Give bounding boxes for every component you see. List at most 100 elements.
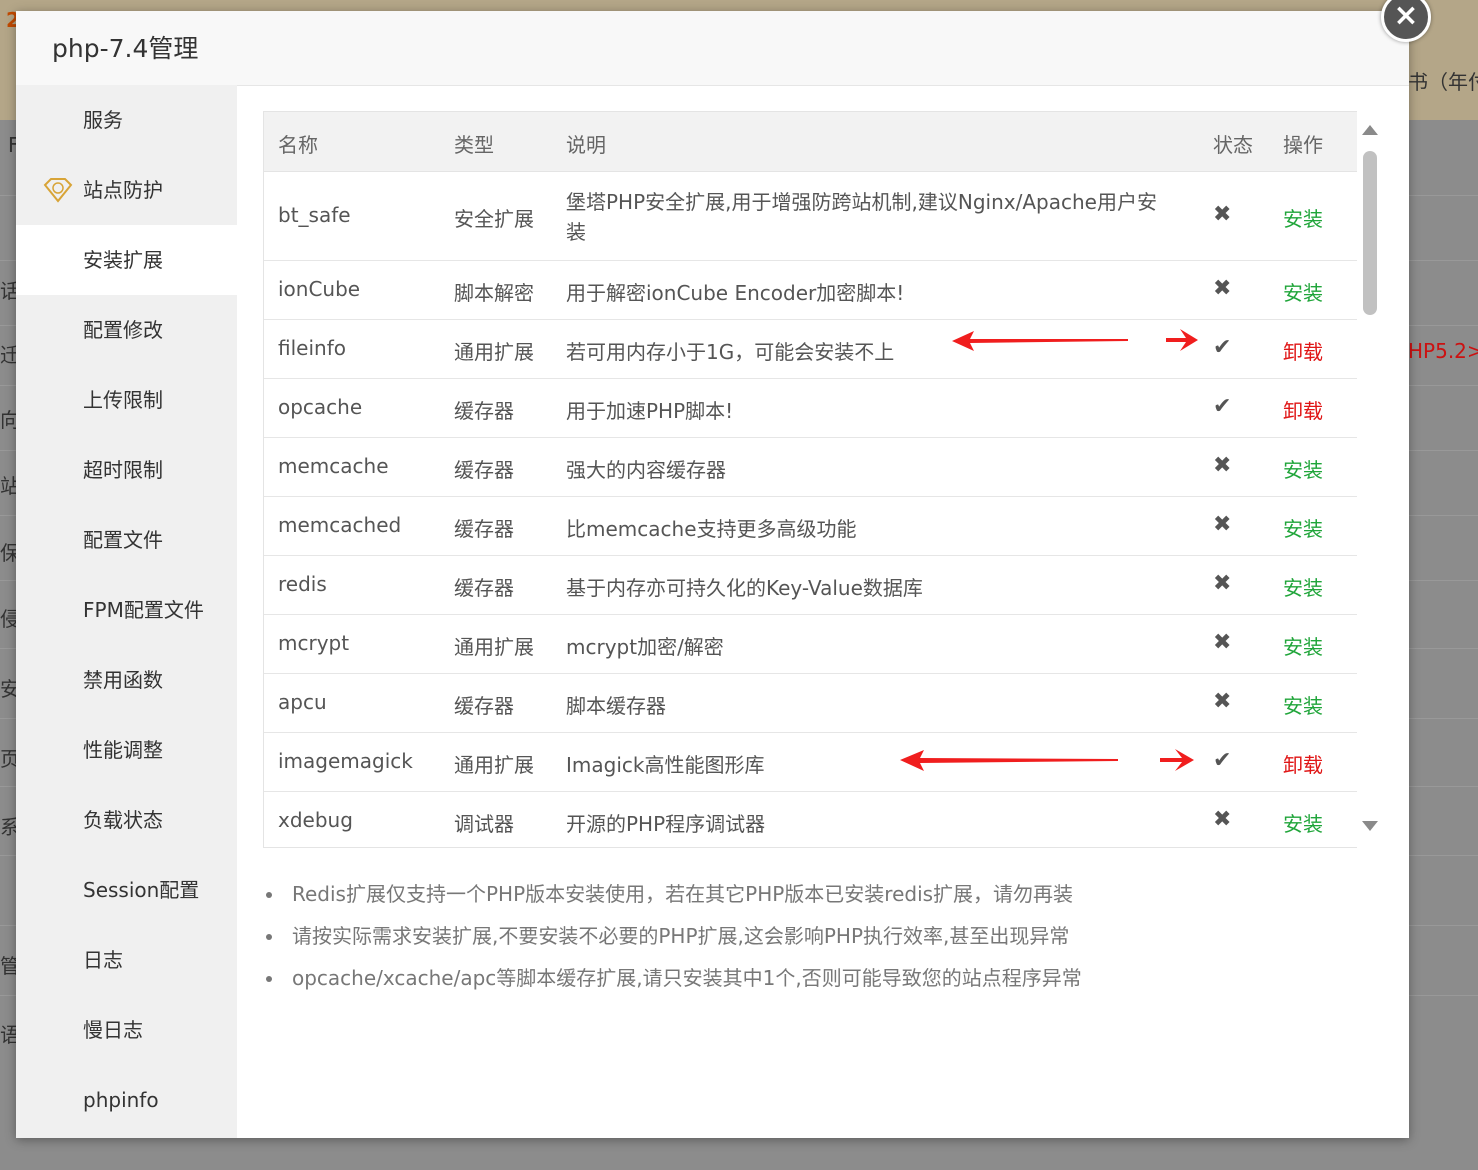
bullet-icon — [266, 934, 272, 940]
sidebar-item-label: 超时限制 — [83, 458, 163, 482]
extension-name: fileinfo — [278, 336, 346, 360]
background-text-fragment: 书（年付 — [1408, 70, 1478, 94]
extension-description: 强大的内容缓存器 — [566, 458, 726, 482]
table-row: opcache 缓存器 用于加速PHP脚本! ✔ 卸载 — [264, 379, 1357, 438]
table-scrollbar[interactable] — [1358, 111, 1383, 847]
sidebar-item-label: 安装扩展 — [83, 248, 163, 272]
sidebar-item[interactable]: 慢日志 — [16, 995, 237, 1065]
header-status: 状态 — [1213, 133, 1253, 157]
extension-type: 通用扩展 — [454, 753, 534, 777]
cross-icon: ✖ — [1213, 630, 1232, 655]
note-item: Redis扩展仅支持一个PHP版本安装使用，若在其它PHP版本已安装redis扩… — [262, 879, 1082, 921]
extension-description-continued: 装 — [566, 220, 586, 244]
checkmark-icon: ✔ — [1213, 394, 1232, 419]
note-text: 请按实际需求安装扩展,不要安装不必要的PHP扩展,这会影响PHP执行效率,甚至出… — [292, 924, 1070, 948]
sidebar-item-label: 禁用函数 — [83, 668, 163, 692]
sidebar-item-label: 负载状态 — [83, 808, 163, 832]
sidebar-item-label: 配置文件 — [83, 528, 163, 552]
extension-name: mcrypt — [278, 631, 350, 655]
uninstall-button[interactable]: 卸载 — [1283, 336, 1323, 365]
sidebar-item[interactable]: 日志 — [16, 925, 237, 995]
cross-icon: ✖ — [1213, 453, 1232, 478]
extension-description: 比memcache支持更多高级功能 — [566, 517, 857, 541]
table-row: apcu 缓存器 脚本缓存器 ✖ 安装 — [264, 674, 1357, 733]
scroll-thumb[interactable] — [1363, 151, 1377, 315]
dialog-header: php-7.4管理 — [16, 11, 1409, 86]
extension-name: ionCube — [278, 277, 361, 301]
install-button[interactable]: 安装 — [1283, 513, 1323, 542]
sidebar-item-label: 服务 — [83, 108, 123, 132]
extension-type: 缓存器 — [454, 458, 514, 482]
table-row: memcache 缓存器 强大的内容缓存器 ✖ 安装 — [264, 438, 1357, 497]
extension-description: Imagick高性能图形库 — [566, 753, 765, 777]
annotation-arrow-left-fileinfo — [952, 331, 1128, 351]
sidebar-item[interactable]: 站点防护 — [16, 155, 237, 225]
sidebar-item[interactable]: 超时限制 — [16, 435, 237, 505]
background-text-fragment: HP5.2> — [1408, 339, 1478, 363]
note-text: Redis扩展仅支持一个PHP版本安装使用，若在其它PHP版本已安装redis扩… — [292, 882, 1074, 906]
extension-name: xdebug — [278, 808, 353, 832]
sidebar-item[interactable]: 禁用函数 — [16, 645, 237, 715]
cross-icon: ✖ — [1213, 512, 1232, 537]
extension-type: 脚本解密 — [454, 281, 534, 305]
extension-type: 缓存器 — [454, 694, 514, 718]
table-row: mcrypt 通用扩展 mcrypt加密/解密 ✖ 安装 — [264, 615, 1357, 674]
php-manager-dialog: php-7.4管理 服务站点防护安装扩展配置修改上传限制超时限制配置文件 FPM配… — [16, 11, 1409, 1138]
table-row: memcached 缓存器 比memcache支持更多高级功能 ✖ 安装 — [264, 497, 1357, 556]
sidebar-item[interactable]: 上传限制 — [16, 365, 237, 435]
extension-description: 用于解密ionCube Encoder加密脚本! — [566, 281, 905, 305]
extension-description: 开源的PHP程序调试器 — [566, 812, 766, 836]
sidebar-item[interactable]: 安装扩展 — [16, 225, 237, 295]
cross-icon: ✖ — [1213, 689, 1232, 714]
sidebar-item[interactable]: Session配置 — [16, 855, 237, 925]
extension-name: memcached — [278, 513, 402, 537]
sidebar-item[interactable]: 性能调整 — [16, 715, 237, 785]
extension-description: mcrypt加密/解密 — [566, 635, 724, 659]
sidebar-item[interactable]: 负载状态 — [16, 785, 237, 855]
install-button[interactable]: 安装 — [1283, 690, 1323, 719]
header-desc: 说明 — [566, 133, 606, 157]
bullet-icon — [266, 892, 272, 898]
scroll-down-arrow-icon[interactable] — [1362, 821, 1378, 831]
annotation-arrow-right-imagemagick — [1160, 749, 1194, 771]
bullet-icon — [266, 976, 272, 982]
sidebar-item-label: 配置修改 — [83, 318, 163, 342]
install-button[interactable]: 安装 — [1283, 454, 1323, 483]
sidebar-item[interactable]: 配置文件 — [16, 505, 237, 575]
install-button[interactable]: 安装 — [1283, 808, 1323, 837]
install-button[interactable]: 安装 — [1283, 631, 1323, 660]
sidebar-item[interactable]: FPM配置文件 — [16, 575, 237, 645]
extension-name: opcache — [278, 395, 363, 419]
extension-type: 缓存器 — [454, 399, 514, 423]
table-row: xdebug 调试器 开源的PHP程序调试器 ✖ 安装 — [264, 792, 1357, 847]
cross-icon: ✖ — [1213, 807, 1232, 832]
extension-name: redis — [278, 572, 327, 596]
scroll-up-arrow-icon[interactable] — [1362, 125, 1378, 135]
extension-description: 脚本缓存器 — [566, 694, 666, 718]
install-button[interactable]: 安装 — [1283, 277, 1323, 306]
sidebar-item[interactable]: phpinfo — [16, 1065, 237, 1135]
table-row: redis 缓存器 基于内存亦可持久化的Key-Value数据库 ✖ 安装 — [264, 556, 1357, 615]
uninstall-button[interactable]: 卸载 — [1283, 749, 1323, 778]
extension-description: 用于加速PHP脚本! — [566, 399, 734, 423]
shield-diamond-icon — [43, 178, 73, 203]
sidebar-item-label: 上传限制 — [83, 388, 163, 412]
note-text: opcache/xcache/apc等脚本缓存扩展,请只安装其中1个,否则可能导… — [292, 966, 1082, 990]
checkmark-icon: ✔ — [1213, 748, 1232, 773]
sidebar-item[interactable]: 服务 — [16, 85, 237, 155]
extension-type: 调试器 — [454, 812, 514, 836]
notes-list: Redis扩展仅支持一个PHP版本安装使用，若在其它PHP版本已安装redis扩… — [262, 879, 1082, 1005]
extension-name: bt_safe — [278, 203, 351, 227]
extension-type: 通用扩展 — [454, 340, 534, 364]
extension-type: 安全扩展 — [454, 207, 534, 231]
header-name: 名称 — [278, 133, 318, 157]
install-button[interactable]: 安装 — [1283, 203, 1323, 232]
sidebar-item-label: Session配置 — [83, 878, 200, 902]
table-row: bt_safe 安全扩展 堡塔PHP安全扩展,用于增强防跨站机制,建议Nginx/A… — [264, 172, 1357, 261]
sidebar: 服务站点防护安装扩展配置修改上传限制超时限制配置文件 FPM配置文件禁用函数性能调… — [16, 85, 237, 1138]
uninstall-button[interactable]: 卸载 — [1283, 395, 1323, 424]
sidebar-item-label: 慢日志 — [83, 1018, 143, 1042]
cross-icon: ✖ — [1213, 202, 1232, 227]
install-button[interactable]: 安装 — [1283, 572, 1323, 601]
sidebar-item[interactable]: 配置修改 — [16, 295, 237, 365]
